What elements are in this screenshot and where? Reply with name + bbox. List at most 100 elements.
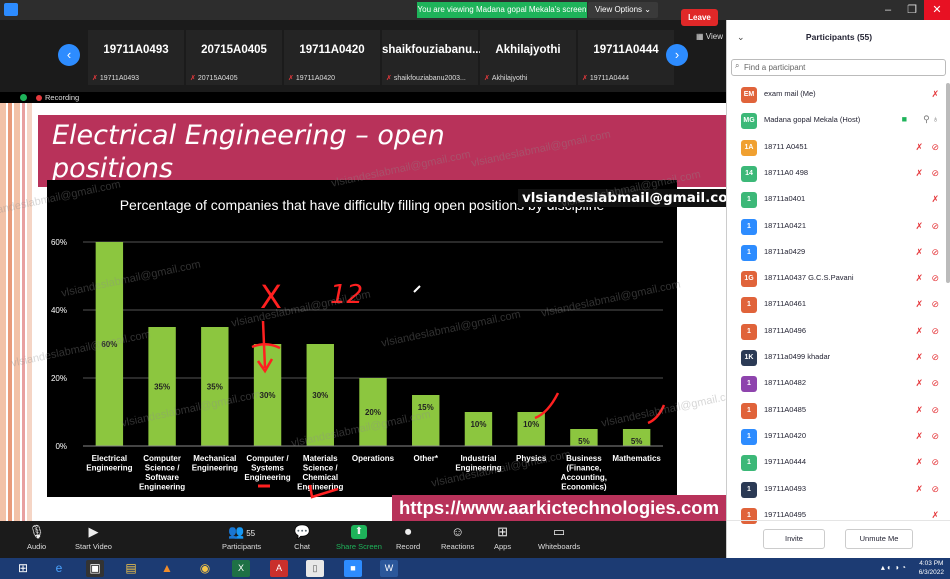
toolbar-apps-button[interactable]: ⊞ Apps [494,524,512,552]
muted-mic-icon: ✗ [915,325,923,336]
avatar: 1 [741,376,757,393]
thumbnail-sub-label: 19711A0493 [99,75,140,82]
video-off-icon: ⊘ [931,457,939,468]
participant-name: 18711A0482 [764,378,806,388]
video-thumbnail[interactable]: 20715A0405 ✗ 20715A0405 [186,30,282,85]
media-player-icon[interactable]: ▣ [86,560,104,577]
previous-page-button[interactable]: ‹ [58,44,80,66]
avatar: 1G [741,271,757,288]
vlc-icon[interactable]: ▲ [158,560,176,577]
document-icon[interactable]: ▯ [306,560,324,577]
toolbar-audio-button[interactable]: 🎙 Audio [27,525,47,552]
participant-row[interactable]: 1 18711A0421 ✗ ⊘ [727,214,945,240]
internet-explorer-icon[interactable]: e [50,560,68,577]
minimize-button[interactable]: – [876,0,900,20]
security-shield-icon[interactable] [20,94,27,101]
participant-name: 18711A0437 G.C.S.Pavani [764,273,854,283]
file-explorer-icon[interactable]: ▤ [122,560,140,577]
toolbar-label: Audio [27,542,47,551]
toolbar-participants-icon: 👥 55 [228,524,256,539]
participant-row[interactable]: 1 18711A0461 ✗ ⊘ [727,292,945,318]
recording-bar [0,92,726,103]
participant-row[interactable]: 1 19711A0420 ✗ ⊘ [727,424,945,450]
video-thumbnail[interactable]: 19711A0420 ✗ 19711A0420 [284,30,380,85]
participant-name: 19711A0420 [764,430,806,440]
leave-button[interactable]: Leave [681,9,718,26]
video-off-icon: ⊘ [931,141,939,152]
participant-row[interactable]: 1 19711A0493 ✗ ⊘ [727,477,945,503]
participant-row[interactable]: 1A 18711 A0451 ✗ ⊘ [727,135,945,161]
participant-row[interactable]: 1 18711a0401 ✗ [727,187,945,213]
participant-row[interactable]: 1 19711A0444 ✗ ⊘ [727,450,945,476]
windows-start-icon[interactable]: ⊞ [14,560,32,577]
toolbar-label: Apps [494,542,512,551]
view-layout-button[interactable]: ▦ View [696,32,723,41]
video-off-icon: ⊘ [931,325,939,336]
thumbnail-sub-label: 19711A0444 [589,75,630,82]
toolbar-chat-button[interactable]: 💬 Chat [294,525,311,552]
annotation-arrow [256,320,274,374]
toolbar-label: Record [396,542,421,551]
muted-mic-icon: ✗ [92,75,98,82]
clock[interactable]: 4:03 PM 6/3/2022 [919,559,944,577]
annotation-underline [251,343,281,350]
toolbar-participants-button[interactable]: 👥 55 Participants [222,524,261,552]
thumbnail-name: 19711A0444 [593,44,659,56]
thumbnail-subname: ✗ 19711A0420 [288,74,335,82]
chrome-icon[interactable]: ◉ [196,560,214,577]
windows-taskbar: ⊞ e ▣ ▤ ▲ ◉ X A ▯ ■ W ▴ ◐ ◑ ◔ 4:03 PM 6/… [0,558,950,579]
annotation-check [308,484,339,499]
participant-row[interactable]: MG Madana gopal Mekala (Host) ■ ⚲ ♁ [727,108,945,134]
participant-row[interactable]: 1 18711A0482 ✗ ⊘ [727,371,945,397]
avatar: EM [741,87,757,103]
scrollbar[interactable] [946,83,950,283]
participant-search-input[interactable]: Find a participant [731,59,946,76]
muted-mic-icon: ✗ [915,299,923,310]
avatar: 1 [741,297,757,314]
maximize-button[interactable]: ❐ [900,0,924,20]
video-thumbnail[interactable]: 19711A0493 ✗ 19711A0493 [88,30,184,85]
system-tray-icons[interactable]: ▴ ◐ ◑ ◔ [881,563,906,572]
view-options-button[interactable]: View Options ⌄ [588,2,658,18]
muted-mic-icon: ✗ [915,378,923,389]
muted-mic-icon: ✗ [915,483,923,494]
participant-row[interactable]: EM exam mail (Me) ✗ [727,82,945,108]
muted-mic-icon: ✗ [915,220,923,231]
close-button[interactable]: ✕ [924,0,950,20]
toolbar-apps-icon: ⊞ [497,524,508,539]
thumbnail-sub-label: 20715A0405 [197,75,238,82]
participant-row[interactable]: 1 18711A0496 ✗ ⊘ [727,319,945,345]
video-thumbnail[interactable]: Akhilajyothi ✗ Akhilajyothi [480,30,576,85]
video-off-icon: ⊘ [931,273,939,284]
thumbnail-sub-label: shaikfouziabanu2003... [393,75,466,82]
participants-title: Participants (55) [805,32,873,42]
avatar: 14 [741,165,757,182]
participant-name: 18711 A0451 [764,141,808,151]
invite-button[interactable]: Invite [763,529,825,549]
pdf-reader-icon[interactable]: A [270,560,288,577]
unmute-me-button[interactable]: Unmute Me [845,529,913,549]
participant-row[interactable]: 1K 18711a0499 khadar ✗ ⊘ [727,345,945,371]
toolbar-whiteboards-button[interactable]: ▭ Whiteboards [538,525,580,552]
next-page-button[interactable]: › [666,44,688,66]
video-thumbnail[interactable]: 19711A0444 ✗ 19711A0444 [578,30,674,85]
participant-row[interactable]: 1 18711A0485 ✗ ⊘ [727,398,945,424]
participant-row[interactable]: 14 18711A0 498 ✗ ⊘ [727,161,945,187]
annotation-check [534,392,560,420]
zoom-taskbar-icon[interactable]: ■ [344,560,362,577]
participant-row[interactable]: 1 18711a0429 ✗ ⊘ [727,240,945,266]
recording-indicator[interactable]: Recording [36,92,79,103]
participant-name: 19711A0444 [764,457,806,467]
video-off-icon: ⊘ [931,378,939,389]
toolbar-reactions-button[interactable]: ☺ Reactions [441,525,474,552]
toolbar-start-video-button[interactable]: ▶ Start Video [75,525,112,552]
toolbar-record-button[interactable]: ⏺ Record [396,525,421,552]
toolbar-label: Chat [294,542,311,551]
video-off-icon: ⊘ [931,220,939,231]
participant-row[interactable]: 1G 18711A0437 G.C.S.Pavani ✗ ⊘ [727,266,945,292]
excel-icon[interactable]: X [232,560,250,577]
video-thumbnail[interactable]: shaikfouziabanu... ✗ shaikfouziabanu2003..… [382,30,482,85]
word-icon[interactable]: W [380,560,398,577]
toolbar-share-screen-button[interactable]: ⬆ Share Screen [336,525,382,551]
thumbnail-name: 19711A0493 [103,44,169,56]
